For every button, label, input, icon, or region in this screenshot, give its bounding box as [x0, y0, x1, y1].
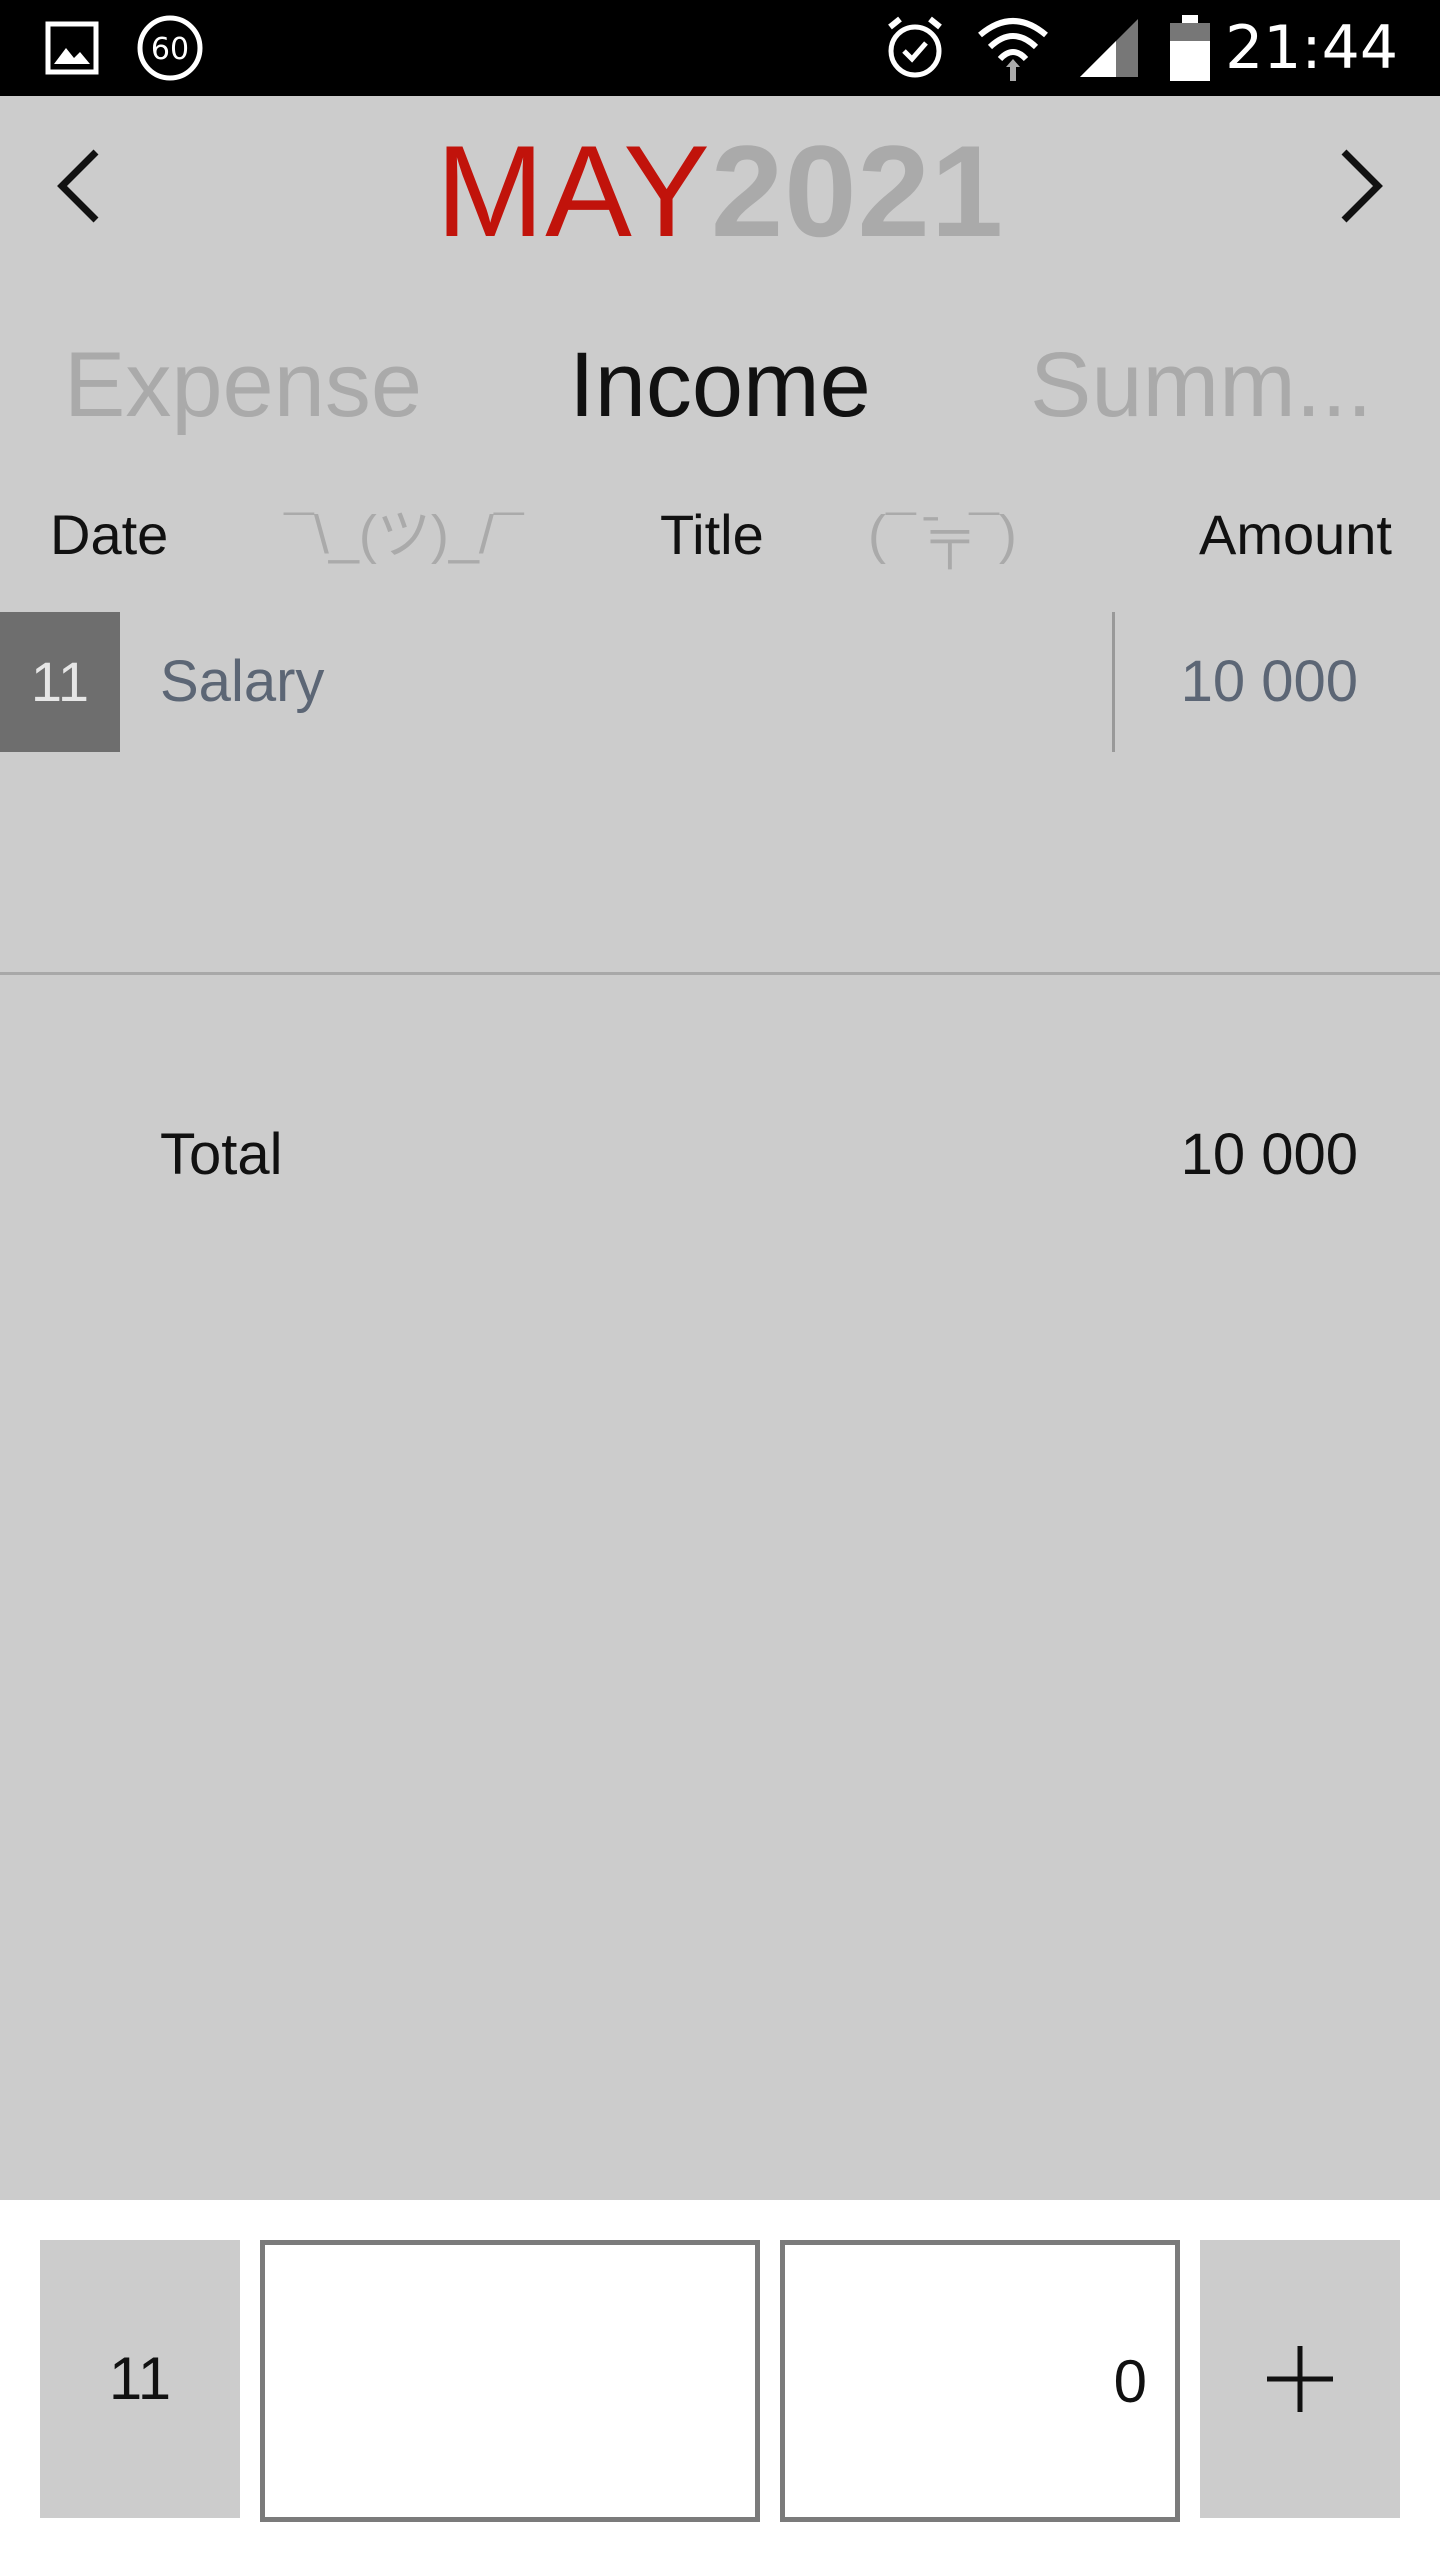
alarm-icon — [880, 0, 950, 96]
day-selector[interactable]: 11 — [40, 2240, 240, 2518]
tab-summary[interactable]: Summ... — [1030, 320, 1372, 450]
status-bar: 60 21:44 — [0, 0, 1440, 96]
status-time: 21:44 — [1225, 13, 1398, 83]
svg-text:60: 60 — [151, 32, 189, 67]
add-entry-button[interactable] — [1200, 2240, 1400, 2518]
row-title: Salary — [160, 649, 325, 714]
shrug-emoticon: ¯\_(ツ)_/¯ — [284, 505, 524, 565]
tab-bar: Expense Income Summ... — [0, 320, 1440, 450]
title-input[interactable] — [265, 2245, 755, 2517]
next-month-button[interactable] — [1310, 136, 1410, 236]
column-header-title: Title — [660, 503, 764, 566]
chevron-right-icon — [1341, 149, 1383, 223]
divider — [0, 972, 1440, 975]
plus-icon — [1267, 2346, 1333, 2412]
sixty-badge-icon: 60 — [134, 0, 206, 96]
table-row[interactable]: 11 Salary 10 000 — [0, 612, 1440, 752]
title-field[interactable] — [260, 2240, 760, 2522]
month-label: MAY — [435, 118, 711, 264]
row-date: 11 — [0, 612, 120, 752]
signal-icon — [1076, 0, 1142, 96]
year-label: 2021 — [710, 118, 1005, 264]
row-separator — [1112, 612, 1115, 752]
total-label: Total — [160, 1122, 283, 1187]
table-flip-emoticon: (¯ ̄╤¯) — [868, 505, 1017, 565]
battery-icon — [1168, 0, 1212, 96]
entry-bar: 11 — [0, 2200, 1440, 2560]
wifi-icon — [976, 0, 1050, 96]
row-amount: 10 000 — [1180, 649, 1358, 714]
month-header: MAY2021 — [0, 96, 1440, 276]
amount-input[interactable] — [785, 2245, 1175, 2517]
total-value: 10 000 — [1180, 1122, 1358, 1187]
page-title: MAY2021 — [0, 116, 1440, 266]
column-header-date: Date — [50, 503, 169, 566]
column-header-amount: Amount — [1199, 503, 1392, 566]
gallery-icon — [44, 0, 100, 96]
amount-field[interactable] — [780, 2240, 1180, 2522]
